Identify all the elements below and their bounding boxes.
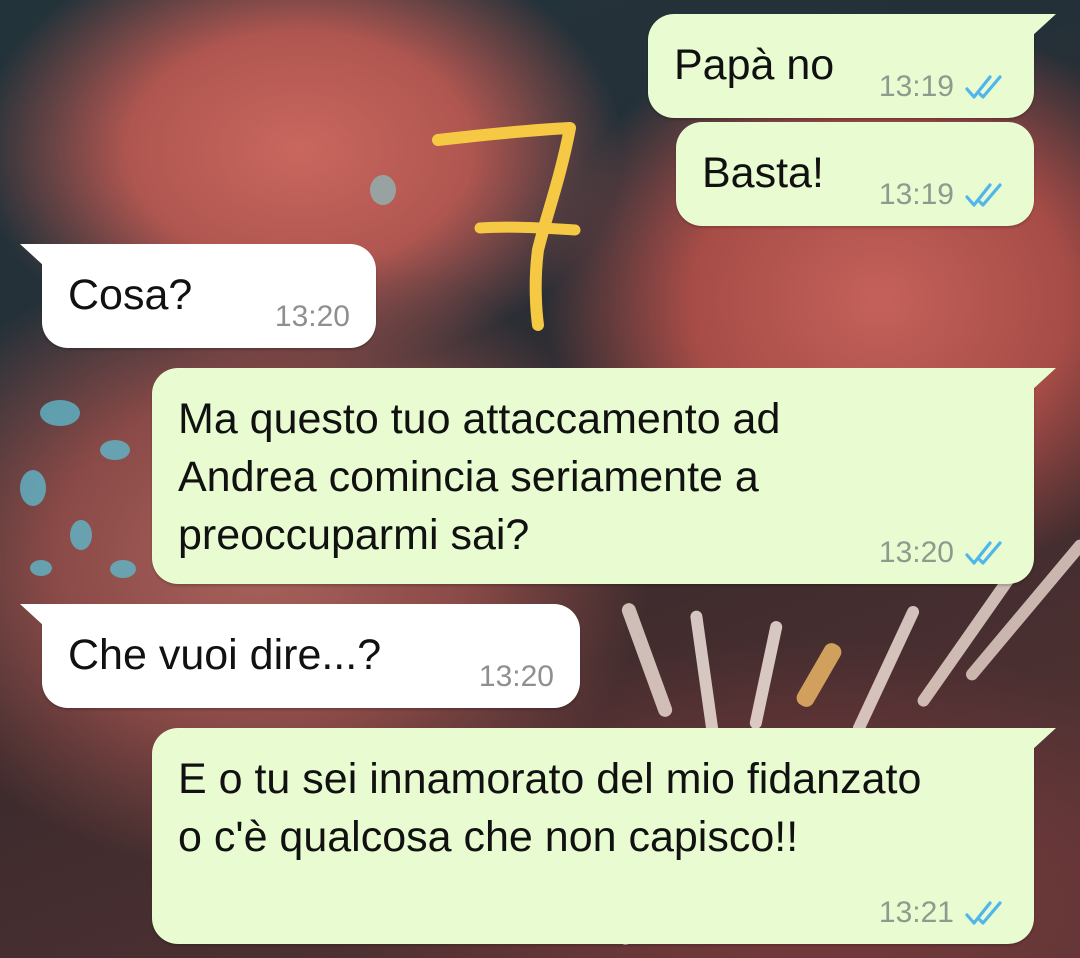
- message-meta: 13:20: [879, 536, 1008, 570]
- message-time: 13:19: [878, 178, 954, 211]
- message-text: Basta!: [702, 149, 824, 197]
- message-meta: 13:20: [275, 300, 350, 334]
- message-time: 13:21: [878, 896, 954, 929]
- outgoing-message[interactable]: Papà no 13:19: [648, 14, 1056, 118]
- message-meta: 13:19: [879, 178, 1008, 212]
- outgoing-message[interactable]: Ma questo tuo attaccamento ad Andrea com…: [152, 368, 1056, 584]
- double-check-icon: [965, 183, 1002, 207]
- message-time: 13:19: [878, 70, 954, 103]
- message-text: Papà no: [674, 41, 835, 89]
- message-time: 13:20: [878, 536, 954, 569]
- message-text: E o tu sei innamorato del mio fidanzato …: [178, 755, 922, 861]
- message-meta: 13:21: [879, 896, 1008, 930]
- double-check-icon: [965, 541, 1002, 565]
- message-meta: 13:19: [879, 70, 1008, 104]
- double-check-icon: [965, 901, 1002, 925]
- incoming-message[interactable]: Che vuoi dire...? 13:20: [20, 604, 580, 708]
- message-text: Cosa?: [68, 271, 193, 319]
- outgoing-message[interactable]: E o tu sei innamorato del mio fidanzato …: [152, 728, 1056, 944]
- message-text: Che vuoi dire...?: [68, 631, 382, 679]
- double-check-icon: [965, 75, 1002, 99]
- message-time: 13:20: [478, 660, 554, 693]
- message-text: Ma questo tuo attaccamento ad Andrea com…: [178, 395, 781, 559]
- outgoing-message[interactable]: Basta! 13:19: [676, 122, 1034, 226]
- message-time: 13:20: [274, 300, 350, 333]
- message-meta: 13:20: [479, 660, 554, 694]
- message-list: Papà no 13:19 Basta! 13:19 Cosa? 13:20 M…: [0, 0, 1080, 958]
- incoming-message[interactable]: Cosa? 13:20: [20, 244, 376, 348]
